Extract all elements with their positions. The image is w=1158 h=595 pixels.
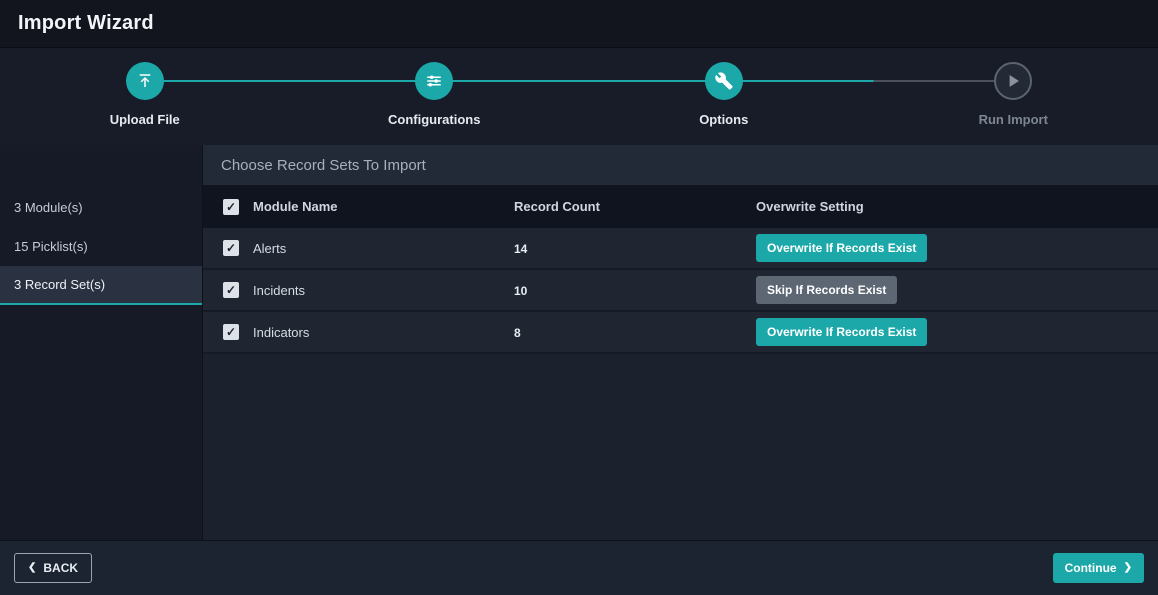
- step-label-configurations: Configurations: [388, 112, 480, 127]
- overwrite-setting-button[interactable]: Skip If Records Exist: [756, 276, 897, 304]
- title-bar: Import Wizard: [0, 0, 1158, 48]
- module-name: Alerts: [239, 241, 514, 256]
- table-row: ✓ Alerts 14 Overwrite If Records Exist: [203, 228, 1158, 270]
- chevron-left-icon: ❮: [28, 563, 36, 573]
- row-checkbox-indicators[interactable]: ✓: [223, 324, 239, 340]
- column-header-record-count: Record Count: [514, 199, 756, 214]
- step-label-upload-file: Upload File: [110, 112, 180, 127]
- row-checkbox-alerts[interactable]: ✓: [223, 240, 239, 256]
- import-sidebar: 3 Module(s) 15 Picklist(s) 3 Record Set(…: [0, 145, 203, 540]
- column-header-module-name: Module Name: [239, 199, 514, 214]
- overwrite-setting-button[interactable]: Overwrite If Records Exist: [756, 234, 927, 262]
- module-name: Incidents: [239, 283, 514, 298]
- step-upload-file: Upload File: [0, 48, 290, 145]
- sliders-icon[interactable]: [415, 62, 453, 100]
- chevron-right-icon: ❯: [1124, 563, 1132, 573]
- table-header-row: ✓ Module Name Record Count Overwrite Set…: [203, 185, 1158, 228]
- wrench-icon[interactable]: [705, 62, 743, 100]
- sidebar-item-picklists[interactable]: 15 Picklist(s): [0, 227, 202, 266]
- select-all-checkbox[interactable]: ✓: [223, 199, 239, 215]
- back-button-label: BACK: [43, 561, 78, 575]
- sidebar-item-record-sets[interactable]: 3 Record Set(s): [0, 266, 202, 305]
- record-count: 14: [514, 242, 527, 256]
- table-row: ✓ Incidents 10 Skip If Records Exist: [203, 270, 1158, 312]
- step-run-import: Run Import: [869, 48, 1158, 145]
- main-panel: Choose Record Sets To Import ✓ Module Na…: [203, 145, 1158, 540]
- continue-button[interactable]: Continue ❯: [1053, 553, 1144, 583]
- step-label-run-import: Run Import: [979, 112, 1048, 127]
- back-button[interactable]: ❮ BACK: [14, 553, 92, 583]
- step-configurations: Configurations: [290, 48, 580, 145]
- wizard-stepper: Upload File Configurations Options Run I…: [0, 48, 1158, 145]
- sidebar-item-record-sets-label: 3 Record Set(s): [14, 277, 105, 292]
- step-label-options: Options: [699, 112, 748, 127]
- sidebar-item-modules[interactable]: 3 Module(s): [0, 188, 202, 227]
- record-count: 10: [514, 284, 527, 298]
- table-row: ✓ Indicators 8 Overwrite If Records Exis…: [203, 312, 1158, 354]
- section-heading: Choose Record Sets To Import: [203, 145, 1158, 185]
- row-checkbox-incidents[interactable]: ✓: [223, 282, 239, 298]
- play-icon[interactable]: [994, 62, 1032, 100]
- sidebar-item-modules-label: 3 Module(s): [14, 200, 83, 215]
- page-title: Import Wizard: [18, 12, 154, 35]
- sidebar-item-picklists-label: 15 Picklist(s): [14, 239, 88, 254]
- continue-button-label: Continue: [1065, 561, 1117, 575]
- column-header-overwrite-setting: Overwrite Setting: [756, 199, 1158, 214]
- content-area: 3 Module(s) 15 Picklist(s) 3 Record Set(…: [0, 145, 1158, 540]
- upload-icon[interactable]: [126, 62, 164, 100]
- overwrite-setting-button[interactable]: Overwrite If Records Exist: [756, 318, 927, 346]
- step-options: Options: [579, 48, 869, 145]
- record-count: 8: [514, 326, 521, 340]
- module-name: Indicators: [239, 325, 514, 340]
- wizard-footer: ❮ BACK Continue ❯: [0, 540, 1158, 595]
